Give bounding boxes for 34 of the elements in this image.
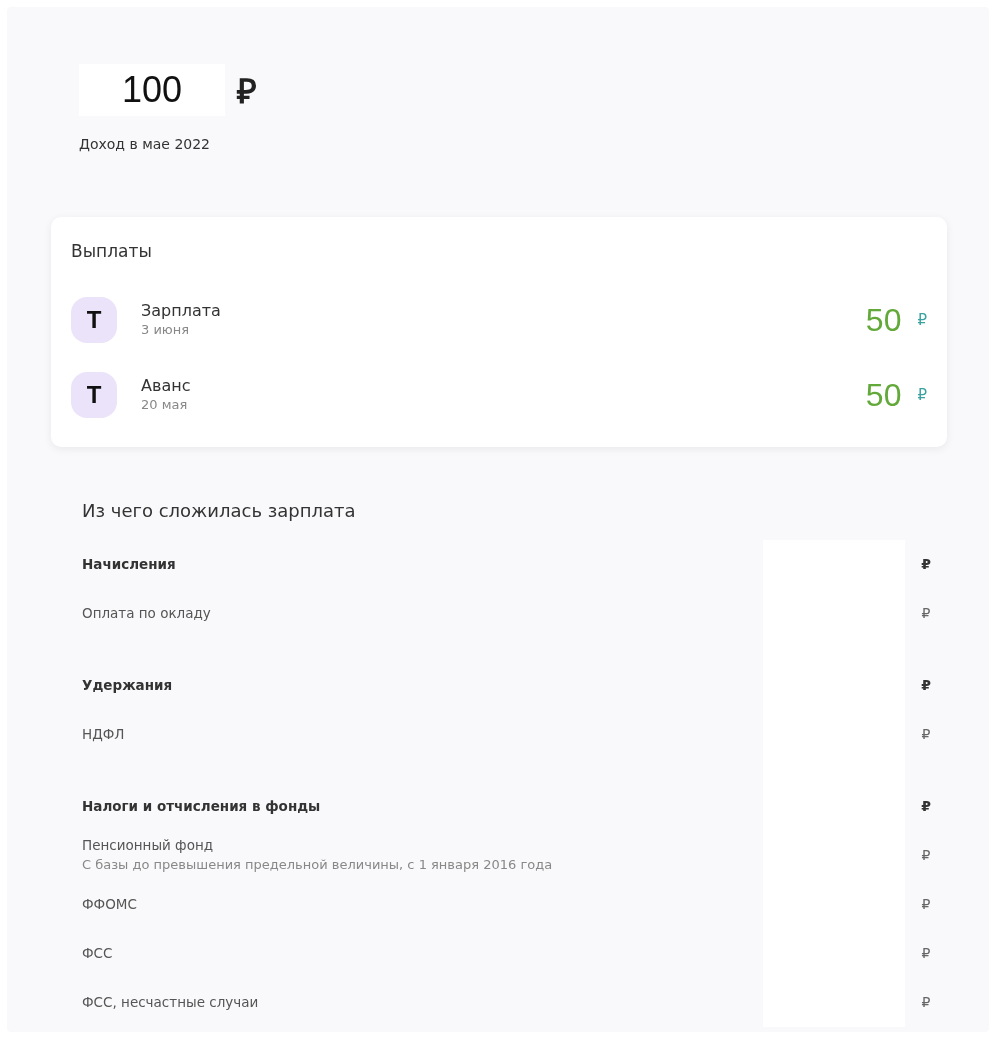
currency-sign: ₽ — [920, 943, 932, 963]
line-label: ФСС, несчастные случаи — [82, 992, 260, 1012]
payout-name: Зарплата — [141, 300, 222, 320]
card-title: Выплаты — [71, 240, 153, 263]
currency-sign: ₽ — [920, 554, 932, 574]
section-title: Из чего сложилась зарплата — [82, 498, 357, 523]
currency-sign: ₽ — [237, 71, 257, 112]
line-label: ФФОМС — [82, 894, 138, 914]
line-label: Пенсионный фонд — [82, 836, 215, 856]
category-label: Удержания — [82, 675, 174, 695]
line-label: Оплата по окладу — [82, 603, 212, 623]
currency-sign: ₽ — [920, 603, 932, 623]
currency-sign: ₽ — [920, 992, 932, 1012]
currency-sign: ₽ — [920, 845, 932, 865]
payout-date: 3 июня — [141, 320, 191, 339]
currency-sign: ₽ — [920, 675, 932, 695]
income-caption: Доход в мае 2022 — [79, 135, 212, 154]
currency-sign: ₽ — [920, 796, 932, 816]
payout-amount: 50 — [865, 376, 902, 414]
line-label: ФСС — [82, 943, 114, 963]
payout-date: 20 мая — [141, 395, 189, 414]
category-label: Начисления — [82, 554, 177, 574]
line-note: С базы до превышения предельной величины, с 1 января 2016 года — [82, 856, 554, 875]
payout-amount: 50 — [865, 301, 902, 339]
currency-sign: ₽ — [920, 724, 932, 744]
currency-sign: ₽ — [917, 384, 927, 406]
payout-name: Аванс — [141, 375, 192, 395]
currency-sign: ₽ — [920, 894, 932, 914]
line-label: НДФЛ — [82, 724, 126, 744]
income-amount: 100 — [79, 64, 225, 116]
category-label: Налоги и отчисления в фонды — [82, 796, 322, 816]
bank-logo: T — [71, 372, 117, 418]
currency-sign: ₽ — [917, 309, 927, 331]
bank-logo: T — [71, 297, 117, 343]
